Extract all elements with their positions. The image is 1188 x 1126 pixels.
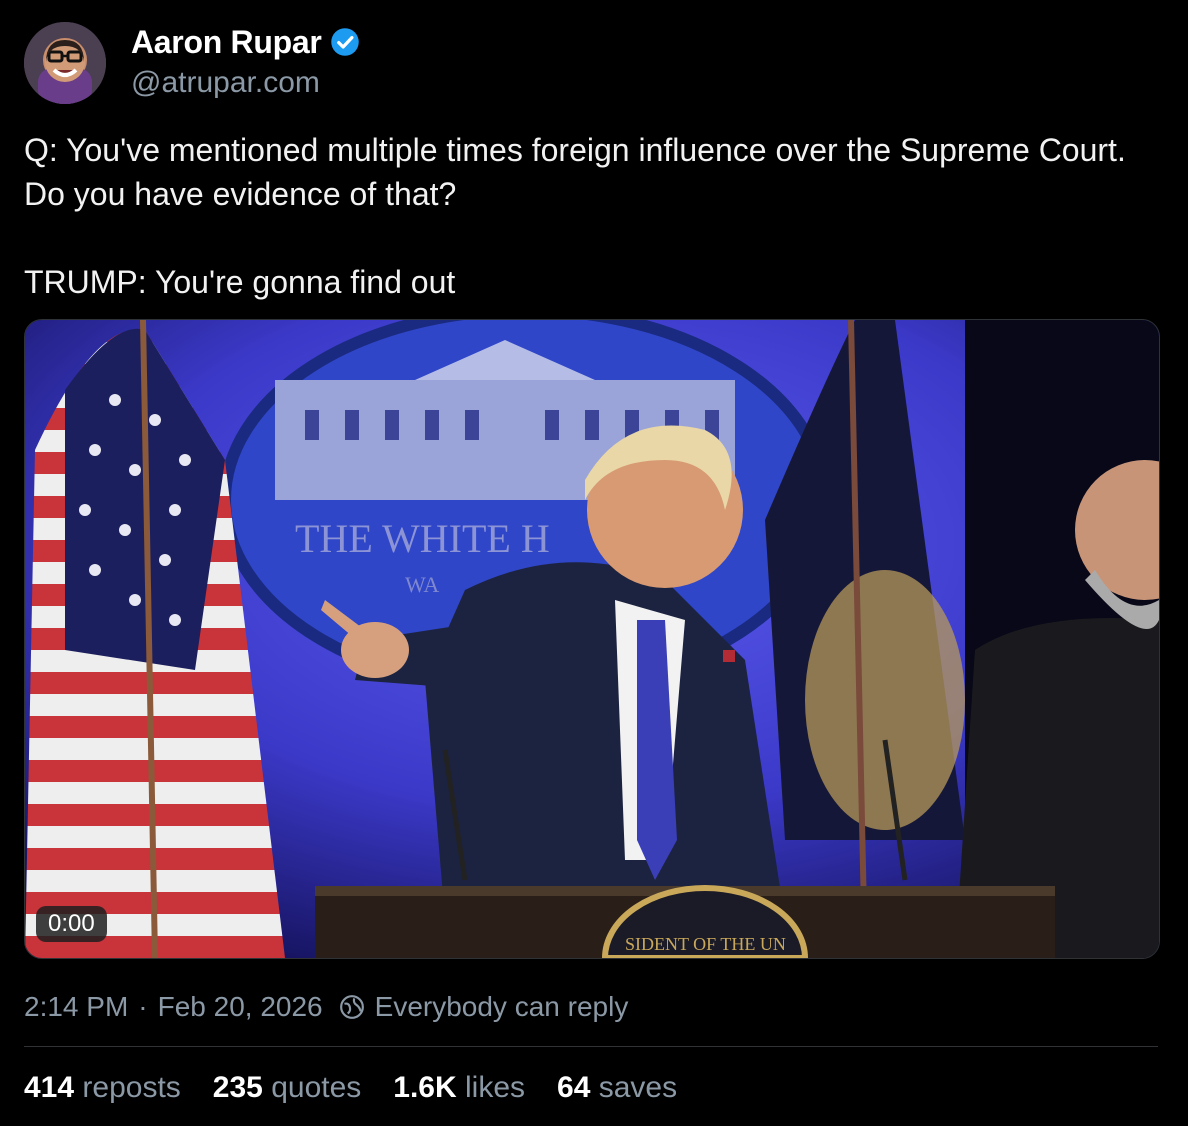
- divider: [24, 1046, 1158, 1047]
- meta-separator: ·: [138, 991, 148, 1022]
- post-meta: 2:14 PM · Feb 20, 2026 Everybody can rep…: [24, 988, 628, 1026]
- stat-value: 1.6K: [393, 1071, 457, 1104]
- stat-reposts[interactable]: 414 reposts: [24, 1068, 181, 1108]
- podium-seal-text: SIDENT OF THE UN: [625, 934, 786, 954]
- backdrop-text: THE WHITE H: [295, 516, 550, 561]
- backdrop-subtext: WA: [405, 572, 439, 597]
- stat-saves[interactable]: 64 saves: [557, 1068, 677, 1108]
- author-name-text[interactable]: Aaron Rupar: [131, 22, 322, 62]
- stat-value: 235: [212, 1071, 263, 1104]
- globe-icon: [339, 995, 364, 1019]
- author-handle[interactable]: @atrupar.com: [131, 64, 320, 102]
- engagement-stats: 414 reposts 235 quotes 1.6K likes 64 sav…: [24, 1068, 677, 1108]
- stat-label: saves: [598, 1071, 678, 1104]
- video-timestamp: 0:00: [36, 906, 107, 942]
- stat-value: 414: [24, 1071, 75, 1104]
- avatar[interactable]: [24, 22, 106, 104]
- stat-value: 64: [557, 1071, 591, 1104]
- post-date[interactable]: Feb 20, 2026: [158, 988, 323, 1026]
- stat-label: quotes: [271, 1071, 362, 1104]
- stat-quotes[interactable]: 235 quotes: [213, 1068, 361, 1108]
- post-time[interactable]: 2:14 PM: [24, 988, 128, 1026]
- stat-likes[interactable]: 1.6K likes: [393, 1068, 525, 1108]
- stat-label: likes: [465, 1071, 526, 1104]
- avatar-image: [24, 22, 106, 104]
- video-player[interactable]: THE WHITE H WA SIDENT OF THE UN: [24, 319, 1160, 959]
- verified-check-icon: [330, 28, 359, 56]
- reply-setting: Everybody can reply: [374, 991, 629, 1022]
- video-thumbnail: THE WHITE H WA SIDENT OF THE UN: [25, 320, 1159, 958]
- author-name[interactable]: Aaron Rupar: [131, 22, 360, 62]
- post-text: Q: You've mentioned multiple times forei…: [24, 132, 1126, 300]
- stat-label: reposts: [82, 1071, 181, 1104]
